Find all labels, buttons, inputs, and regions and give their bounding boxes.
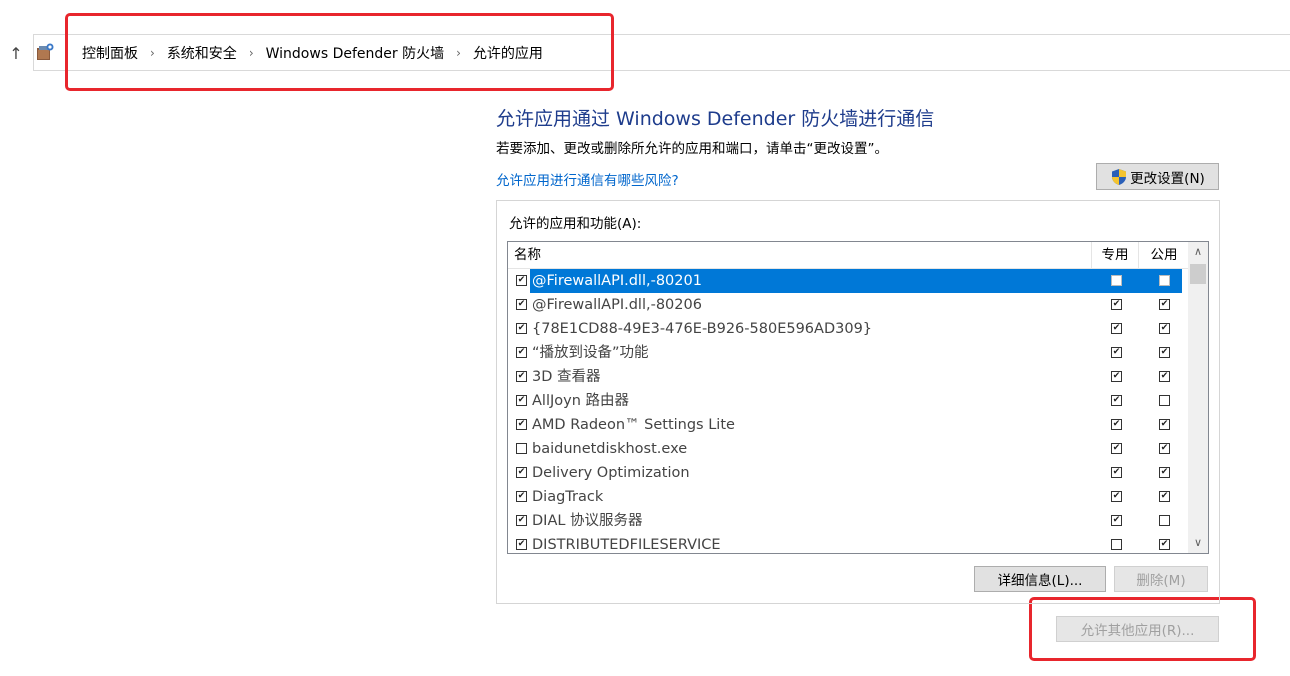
table-row[interactable]: ✔ DiagTrack ✔ ✔: [508, 485, 1188, 509]
app-name: @FirewallAPI.dll,-80201: [530, 269, 1182, 293]
private-network-checkbox[interactable]: ✔: [1111, 515, 1122, 526]
scroll-down-icon[interactable]: ∨: [1188, 533, 1208, 553]
page-title: 允许应用通过 Windows Defender 防火墙进行通信: [496, 108, 935, 130]
vertical-scrollbar[interactable]: ∧ ∨: [1188, 242, 1208, 553]
risk-info-link[interactable]: 允许应用进行通信有哪些风险?: [496, 169, 679, 189]
remove-button[interactable]: 删除(M): [1114, 566, 1208, 592]
table-row[interactable]: ✔ AMD Radeon™ Settings Lite ✔ ✔: [508, 413, 1188, 437]
table-row[interactable]: ✔ @FirewallAPI.dll,-80201: [508, 269, 1188, 293]
private-network-checkbox[interactable]: [1111, 539, 1122, 550]
app-enabled-checkbox[interactable]: ✔: [516, 347, 527, 358]
annotation-box-breadcrumb: [65, 13, 614, 91]
public-network-checkbox[interactable]: ✔: [1159, 539, 1170, 550]
app-name: AllJoyn 路由器: [532, 393, 630, 409]
public-network-checkbox[interactable]: [1159, 275, 1170, 286]
public-network-checkbox[interactable]: ✔: [1159, 467, 1170, 478]
app-enabled-checkbox[interactable]: ✔: [516, 539, 527, 550]
allowed-apps-list[interactable]: 名称 专用 公用 ✔ @FirewallAPI.dll,-80201 ✔ @Firew…: [507, 241, 1209, 554]
app-enabled-checkbox[interactable]: [516, 443, 527, 454]
column-header-private[interactable]: 专用: [1091, 242, 1138, 268]
app-name: {78E1CD88-49E3-476E-B926-580E596AD309}: [532, 321, 873, 337]
table-row[interactable]: ✔ DIAL 协议服务器 ✔: [508, 509, 1188, 533]
app-name: AMD Radeon™ Settings Lite: [532, 417, 735, 433]
public-network-checkbox[interactable]: ✔: [1159, 419, 1170, 430]
list-rows: ✔ @FirewallAPI.dll,-80201 ✔ @FirewallAPI.dl…: [508, 269, 1188, 553]
app-enabled-checkbox[interactable]: ✔: [516, 515, 527, 526]
scrollbar-thumb[interactable]: [1190, 264, 1206, 284]
table-row[interactable]: ✔ DISTRIBUTEDFILESERVICE ✔: [508, 533, 1188, 553]
public-network-checkbox[interactable]: ✔: [1159, 299, 1170, 310]
column-header-public[interactable]: 公用: [1138, 242, 1189, 268]
private-network-checkbox[interactable]: ✔: [1111, 467, 1122, 478]
app-name: Delivery Optimization: [532, 465, 690, 481]
app-name: 3D 查看器: [532, 369, 601, 385]
allowed-apps-label: 允许的应用和功能(A):: [509, 216, 642, 232]
app-enabled-checkbox[interactable]: ✔: [516, 491, 527, 502]
public-network-checkbox[interactable]: ✔: [1159, 323, 1170, 334]
public-network-checkbox[interactable]: ✔: [1159, 371, 1170, 382]
details-button[interactable]: 详细信息(L)...: [974, 566, 1106, 592]
public-network-checkbox[interactable]: [1159, 515, 1170, 526]
up-arrow-icon[interactable]: ↑: [8, 44, 24, 64]
private-network-checkbox[interactable]: ✔: [1111, 347, 1122, 358]
change-settings-label: 更改设置(N): [1130, 170, 1205, 187]
app-enabled-checkbox[interactable]: ✔: [516, 395, 527, 406]
private-network-checkbox[interactable]: ✔: [1111, 299, 1122, 310]
app-enabled-checkbox[interactable]: ✔: [516, 323, 527, 334]
app-name: DiagTrack: [532, 489, 604, 505]
table-row[interactable]: baidunetdiskhost.exe ✔ ✔: [508, 437, 1188, 461]
app-name: DIAL 协议服务器: [532, 513, 643, 529]
app-name: DISTRIBUTEDFILESERVICE: [532, 537, 721, 553]
column-header-name[interactable]: 名称: [514, 242, 541, 268]
scroll-up-icon[interactable]: ∧: [1188, 242, 1208, 262]
table-row[interactable]: ✔ 3D 查看器 ✔ ✔: [508, 365, 1188, 389]
table-row[interactable]: ✔ AllJoyn 路由器 ✔: [508, 389, 1188, 413]
private-network-checkbox[interactable]: ✔: [1111, 443, 1122, 454]
private-network-checkbox[interactable]: ✔: [1111, 371, 1122, 382]
allow-other-app-button[interactable]: 允许其他应用(R)...: [1056, 616, 1219, 642]
public-network-checkbox[interactable]: ✔: [1159, 491, 1170, 502]
private-network-checkbox[interactable]: ✔: [1111, 323, 1122, 334]
list-header: 名称 专用 公用: [508, 242, 1188, 269]
control-panel-icon: [37, 43, 54, 60]
change-settings-button[interactable]: 更改设置(N): [1096, 163, 1219, 190]
app-name: “播放到设备”功能: [532, 345, 649, 361]
table-row[interactable]: ✔ “播放到设备”功能 ✔ ✔: [508, 341, 1188, 365]
app-name: baidunetdiskhost.exe: [532, 441, 688, 457]
app-enabled-checkbox[interactable]: ✔: [516, 467, 527, 478]
private-network-checkbox[interactable]: ✔: [1111, 419, 1122, 430]
private-network-checkbox[interactable]: [1111, 275, 1122, 286]
uac-shield-icon: [1112, 168, 1127, 185]
app-enabled-checkbox[interactable]: ✔: [516, 371, 527, 382]
table-row[interactable]: ✔ Delivery Optimization ✔ ✔: [508, 461, 1188, 485]
app-enabled-checkbox[interactable]: ✔: [516, 419, 527, 430]
private-network-checkbox[interactable]: ✔: [1111, 491, 1122, 502]
public-network-checkbox[interactable]: [1159, 395, 1170, 406]
table-row[interactable]: ✔ @FirewallAPI.dll,-80206 ✔ ✔: [508, 293, 1188, 317]
public-network-checkbox[interactable]: ✔: [1159, 347, 1170, 358]
description-text: 若要添加、更改或删除所允许的应用和端口，请单击“更改设置”。: [496, 141, 888, 157]
public-network-checkbox[interactable]: ✔: [1159, 443, 1170, 454]
app-enabled-checkbox[interactable]: ✔: [516, 299, 527, 310]
app-name: @FirewallAPI.dll,-80206: [532, 297, 702, 313]
app-enabled-checkbox[interactable]: ✔: [516, 275, 527, 286]
private-network-checkbox[interactable]: ✔: [1111, 395, 1122, 406]
table-row[interactable]: ✔ {78E1CD88-49E3-476E-B926-580E596AD309} ✔…: [508, 317, 1188, 341]
